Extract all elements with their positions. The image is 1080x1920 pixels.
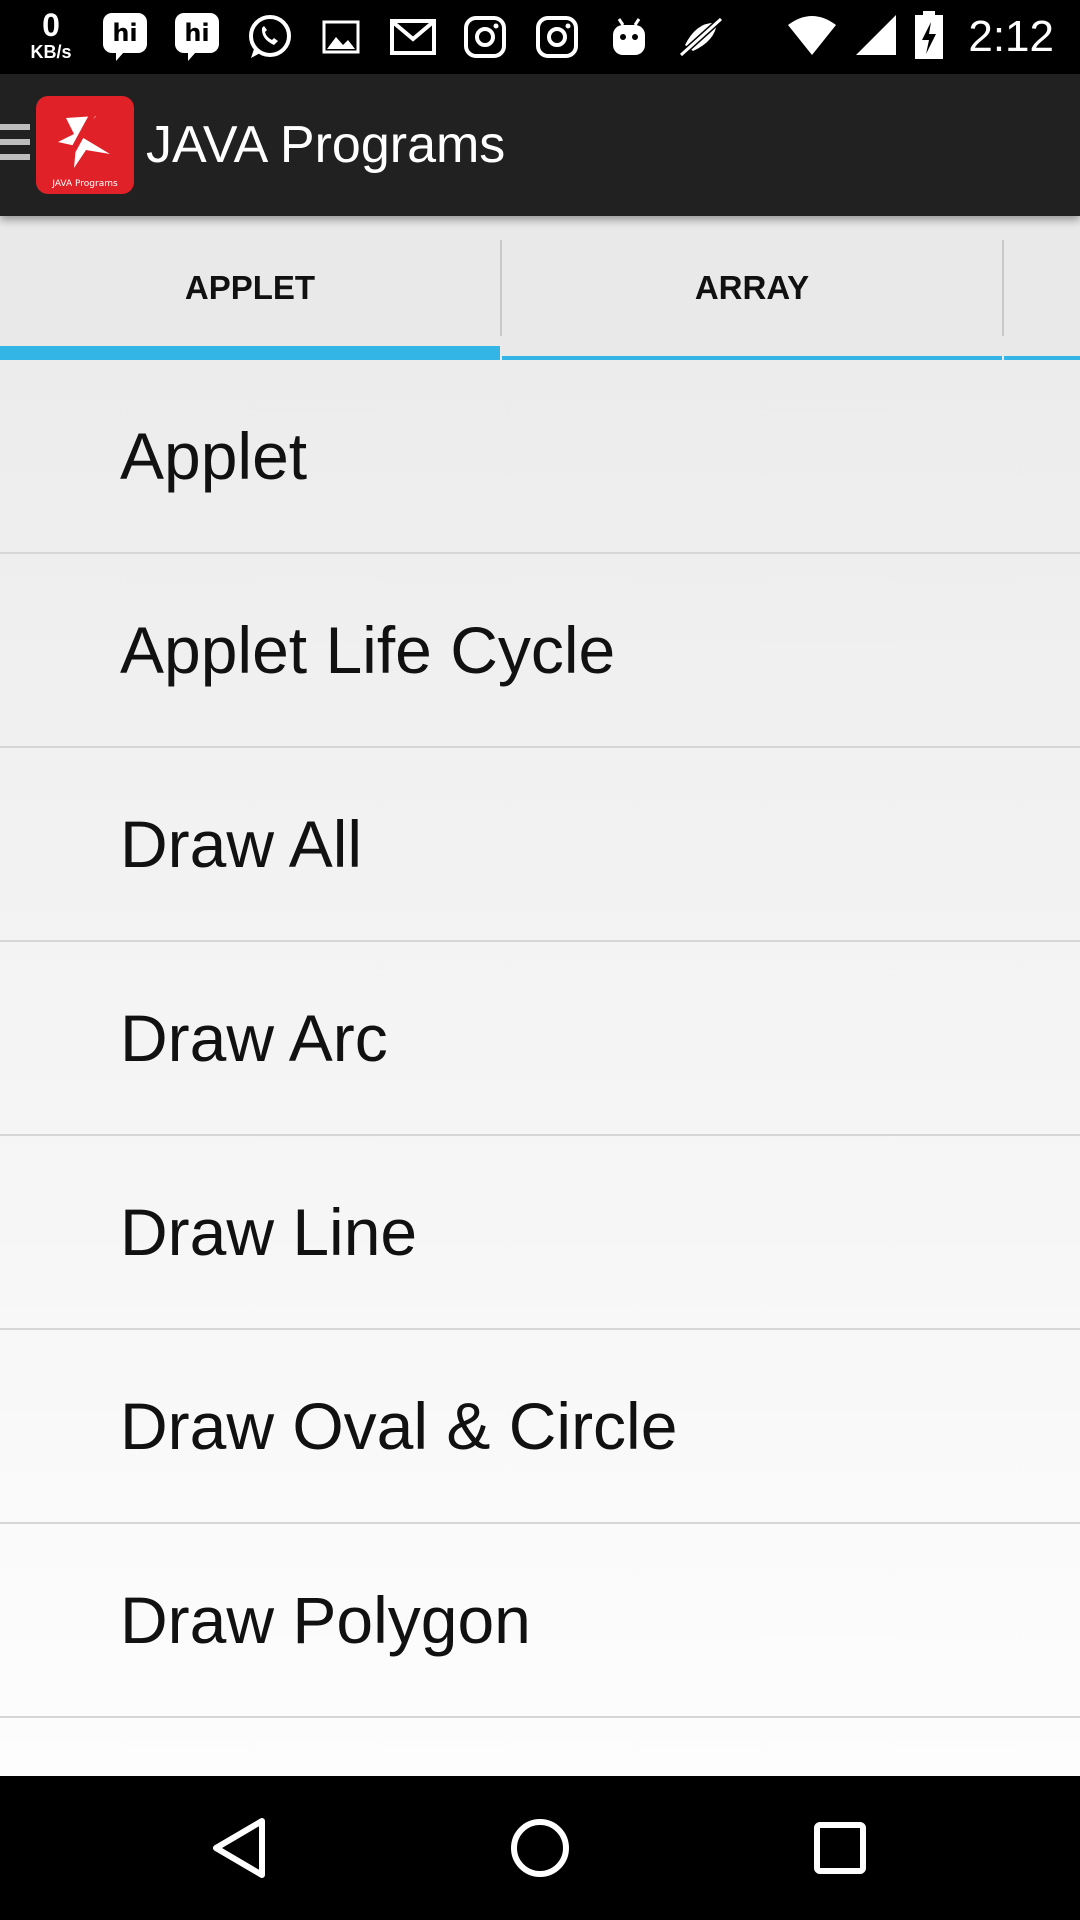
- list-item[interactable]: Draw Oval & Circle: [0, 1330, 1080, 1524]
- program-list: Applet Applet Life Cycle Draw All Draw A…: [0, 360, 1080, 1776]
- status-bar: 0 KB/s hi hi 2:12: [0, 0, 1080, 74]
- list-item[interactable]: Draw Line: [0, 1136, 1080, 1330]
- gmail-icon: [388, 12, 438, 62]
- list-item-label: Applet: [120, 419, 308, 493]
- network-speed-value: 0: [42, 7, 60, 43]
- svg-text:hi: hi: [112, 19, 137, 47]
- image-icon: [316, 12, 366, 62]
- app-logo[interactable]: JAVA Programs: [36, 96, 134, 194]
- wifi-icon: [786, 13, 838, 62]
- instagram-icon: [532, 12, 582, 62]
- list-item-label: Draw Oval & Circle: [120, 1389, 678, 1463]
- notification-icons: hi hi: [100, 12, 726, 62]
- network-speed: 0 KB/s: [22, 8, 80, 66]
- tab-array-label: ARRAY: [694, 269, 810, 306]
- android-icon: [604, 12, 654, 62]
- tab-next-partial[interactable]: [1004, 216, 1080, 360]
- instagram-icon: [460, 12, 510, 62]
- signal-icon: [854, 13, 898, 62]
- tab-bar: APPLET ARRAY: [0, 216, 1080, 360]
- app-bar: JAVA Programs JAVA Programs: [0, 74, 1080, 216]
- tab-applet-label: APPLET: [184, 269, 316, 306]
- hike-icon: hi: [100, 12, 150, 62]
- list-item[interactable]: Draw Arc: [0, 942, 1080, 1136]
- list-item[interactable]: Draw Polygon: [0, 1524, 1080, 1718]
- home-icon[interactable]: [498, 1806, 582, 1890]
- svg-text:hi: hi: [184, 19, 209, 47]
- list-item-label: Draw Arc: [120, 1001, 388, 1075]
- back-icon[interactable]: [198, 1806, 282, 1890]
- app-title: JAVA Programs: [146, 116, 506, 174]
- menu-icon[interactable]: [0, 124, 30, 168]
- list-item[interactable]: Draw All: [0, 748, 1080, 942]
- tab-array[interactable]: ARRAY: [502, 216, 1002, 360]
- navigation-bar: [0, 1776, 1080, 1920]
- battery-charging-icon: [914, 10, 944, 65]
- hike-icon: hi: [172, 12, 222, 62]
- list-item[interactable]: Applet: [0, 360, 1080, 554]
- list-item-label: Draw Line: [120, 1195, 418, 1269]
- clock: 2:12: [968, 12, 1054, 61]
- no-data-icon: [676, 12, 726, 62]
- system-icons: 2:12: [786, 10, 1054, 64]
- list-item-label: Draw Polygon: [120, 1583, 531, 1657]
- list-item-label: Draw All: [120, 807, 363, 881]
- app-logo-caption: JAVA Programs: [51, 179, 118, 189]
- network-speed-unit: KB/s: [30, 42, 72, 62]
- tab-applet[interactable]: APPLET: [0, 216, 500, 360]
- whatsapp-icon: [244, 12, 294, 62]
- list-item[interactable]: Applet Life Cycle: [0, 554, 1080, 748]
- tab-selected-indicator: [0, 346, 500, 360]
- recents-icon[interactable]: [798, 1806, 882, 1890]
- list-item-label: Applet Life Cycle: [120, 613, 616, 687]
